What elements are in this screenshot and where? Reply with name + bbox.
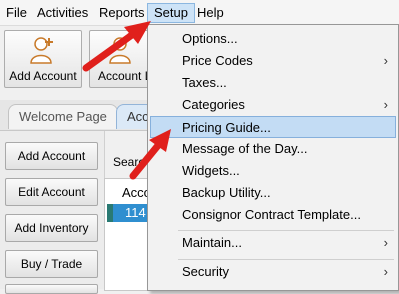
menu-item-label: Options... <box>182 31 238 46</box>
menu-item-widgets[interactable]: Widgets... <box>150 160 396 182</box>
sidebar-button-partial[interactable] <box>5 284 98 294</box>
tab-welcome-page[interactable]: Welcome Page <box>8 104 118 129</box>
menu-setup[interactable]: Setup <box>147 3 195 23</box>
submenu-arrow-icon: › <box>383 97 388 112</box>
menu-item-label: Message of the Day... <box>182 141 308 156</box>
row-selector <box>107 204 113 222</box>
menubar: File Activities Reports Setup Help <box>0 0 399 26</box>
menu-file[interactable]: File <box>0 4 33 22</box>
menu-item-pricing-guide[interactable]: Pricing Guide... <box>150 116 396 138</box>
submenu-arrow-icon: › <box>383 53 388 68</box>
menu-item-price-codes[interactable]: Price Codes › <box>150 50 396 72</box>
menu-item-backup-utility[interactable]: Backup Utility... <box>150 182 396 204</box>
menu-item-message-of-the-day[interactable]: Message of the Day... <box>150 138 396 160</box>
account-icon <box>107 36 133 67</box>
menu-separator <box>178 259 394 260</box>
menu-item-categories[interactable]: Categories › <box>150 94 396 116</box>
table-row[interactable]: 114 <box>107 204 149 222</box>
menu-item-security[interactable]: Security › <box>150 261 396 283</box>
menu-item-label: Widgets... <box>182 163 240 178</box>
edit-account-button[interactable]: Edit Account <box>5 178 98 206</box>
menu-item-label: Security <box>182 264 229 279</box>
menu-reports[interactable]: Reports <box>93 4 151 22</box>
add-inventory-button[interactable]: Add Inventory <box>5 214 98 242</box>
accounts-grid: Acco 114 <box>104 178 151 291</box>
menu-item-label: Pricing Guide... <box>182 120 271 135</box>
menu-item-label: Categories <box>182 97 245 112</box>
submenu-arrow-icon: › <box>383 264 388 279</box>
left-action-panel: Add Account Edit Account Add Inventory B… <box>0 131 105 294</box>
menu-item-label: Maintain... <box>182 235 242 250</box>
add-account-toolbar-label: Add Account <box>9 69 77 83</box>
account-number-cell: 114 <box>125 205 146 220</box>
submenu-arrow-icon: › <box>383 235 388 250</box>
account-lookup-toolbar-button[interactable]: Account L <box>89 30 151 88</box>
menu-item-taxes[interactable]: Taxes... <box>150 72 396 94</box>
menu-item-consignor-contract-template[interactable]: Consignor Contract Template... <box>150 204 396 226</box>
menu-item-label: Price Codes <box>182 53 253 68</box>
menu-item-label: Backup Utility... <box>182 185 271 200</box>
search-label: Searc <box>113 155 145 169</box>
menu-item-label: Consignor Contract Template... <box>182 207 361 222</box>
add-account-button[interactable]: Add Account <box>5 142 98 170</box>
menu-item-options[interactable]: Options... <box>150 28 396 50</box>
menu-help[interactable]: Help <box>191 4 230 22</box>
menu-separator <box>178 230 394 231</box>
menu-activities[interactable]: Activities <box>31 4 94 22</box>
add-account-toolbar-button[interactable]: Add Account <box>4 30 82 88</box>
menu-item-label: Taxes... <box>182 75 227 90</box>
buy-trade-button[interactable]: Buy / Trade <box>5 250 98 278</box>
setup-dropdown-menu: Options... Price Codes › Taxes... Catego… <box>147 24 399 291</box>
add-user-icon <box>30 36 56 67</box>
menu-item-maintain[interactable]: Maintain... › <box>150 232 396 254</box>
account-lookup-toolbar-label: Account L <box>98 69 151 83</box>
